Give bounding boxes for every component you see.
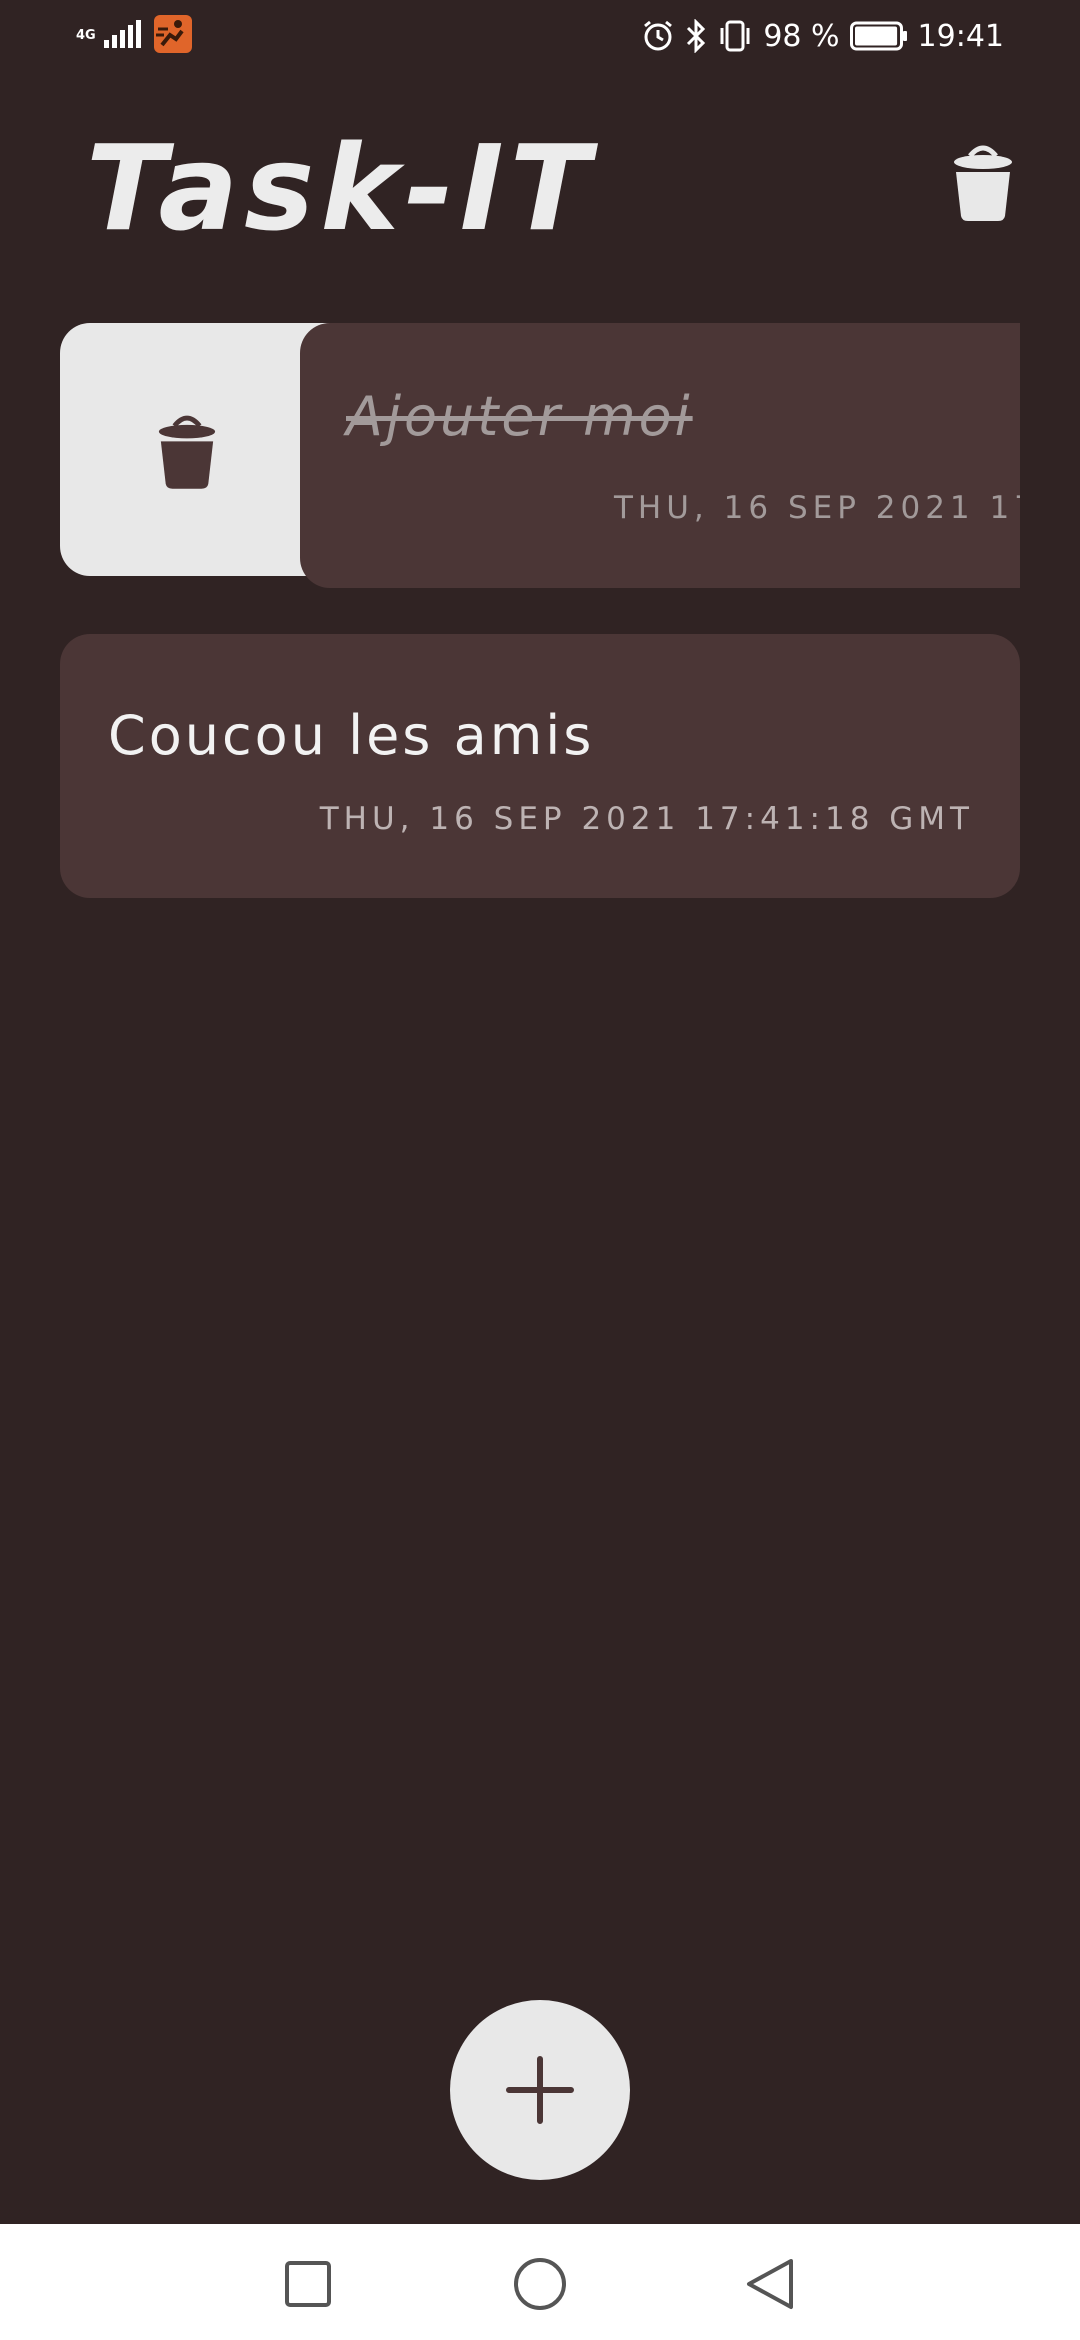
vibrate-icon [717,19,753,53]
status-bar-left: 4G [76,15,192,57]
task-date: THU, 16 SEP 2021 17:41:18 GMT [319,801,974,837]
trash-icon [158,415,216,489]
task-title: Ajouter moi [346,385,693,448]
circle-icon [514,2258,566,2310]
battery-icon [849,21,908,51]
trash-icon [954,145,1012,221]
network-type-label: 4G [76,28,96,43]
back-button[interactable] [738,2252,802,2316]
triangle-back-icon [747,2259,793,2309]
plus-icon [506,2056,574,2124]
app-notification-icon [154,15,192,57]
alarm-icon [641,19,675,53]
task-date: THU, 16 SEP 2021 17:4 [614,490,1020,526]
app-screen: 4G 98 % 19:41 Task-IT Ajouter moi THU, 1… [0,0,1080,2340]
status-bar-right: 98 % 19:41 [641,16,1004,56]
status-bar: 4G 98 % 19:41 [0,0,1080,72]
app-title: Task-IT [86,119,597,257]
home-button[interactable] [508,2252,572,2316]
signal-icon [102,18,146,54]
delete-all-button[interactable] [952,142,1014,222]
recents-button[interactable] [276,2252,340,2316]
battery-percent-label: 98 % [763,18,840,54]
swipe-delete-button[interactable] [157,412,217,490]
add-task-button[interactable] [450,2000,630,2180]
task-card[interactable]: Ajouter moi THU, 16 SEP 2021 17:4 [300,323,1020,588]
bluetooth-icon [685,19,707,53]
clock-time: 19:41 [917,18,1004,54]
task-title: Coucou les amis [108,704,595,767]
square-icon [285,2261,331,2307]
task-card[interactable]: Coucou les amis THU, 16 SEP 2021 17:41:1… [60,634,1020,898]
